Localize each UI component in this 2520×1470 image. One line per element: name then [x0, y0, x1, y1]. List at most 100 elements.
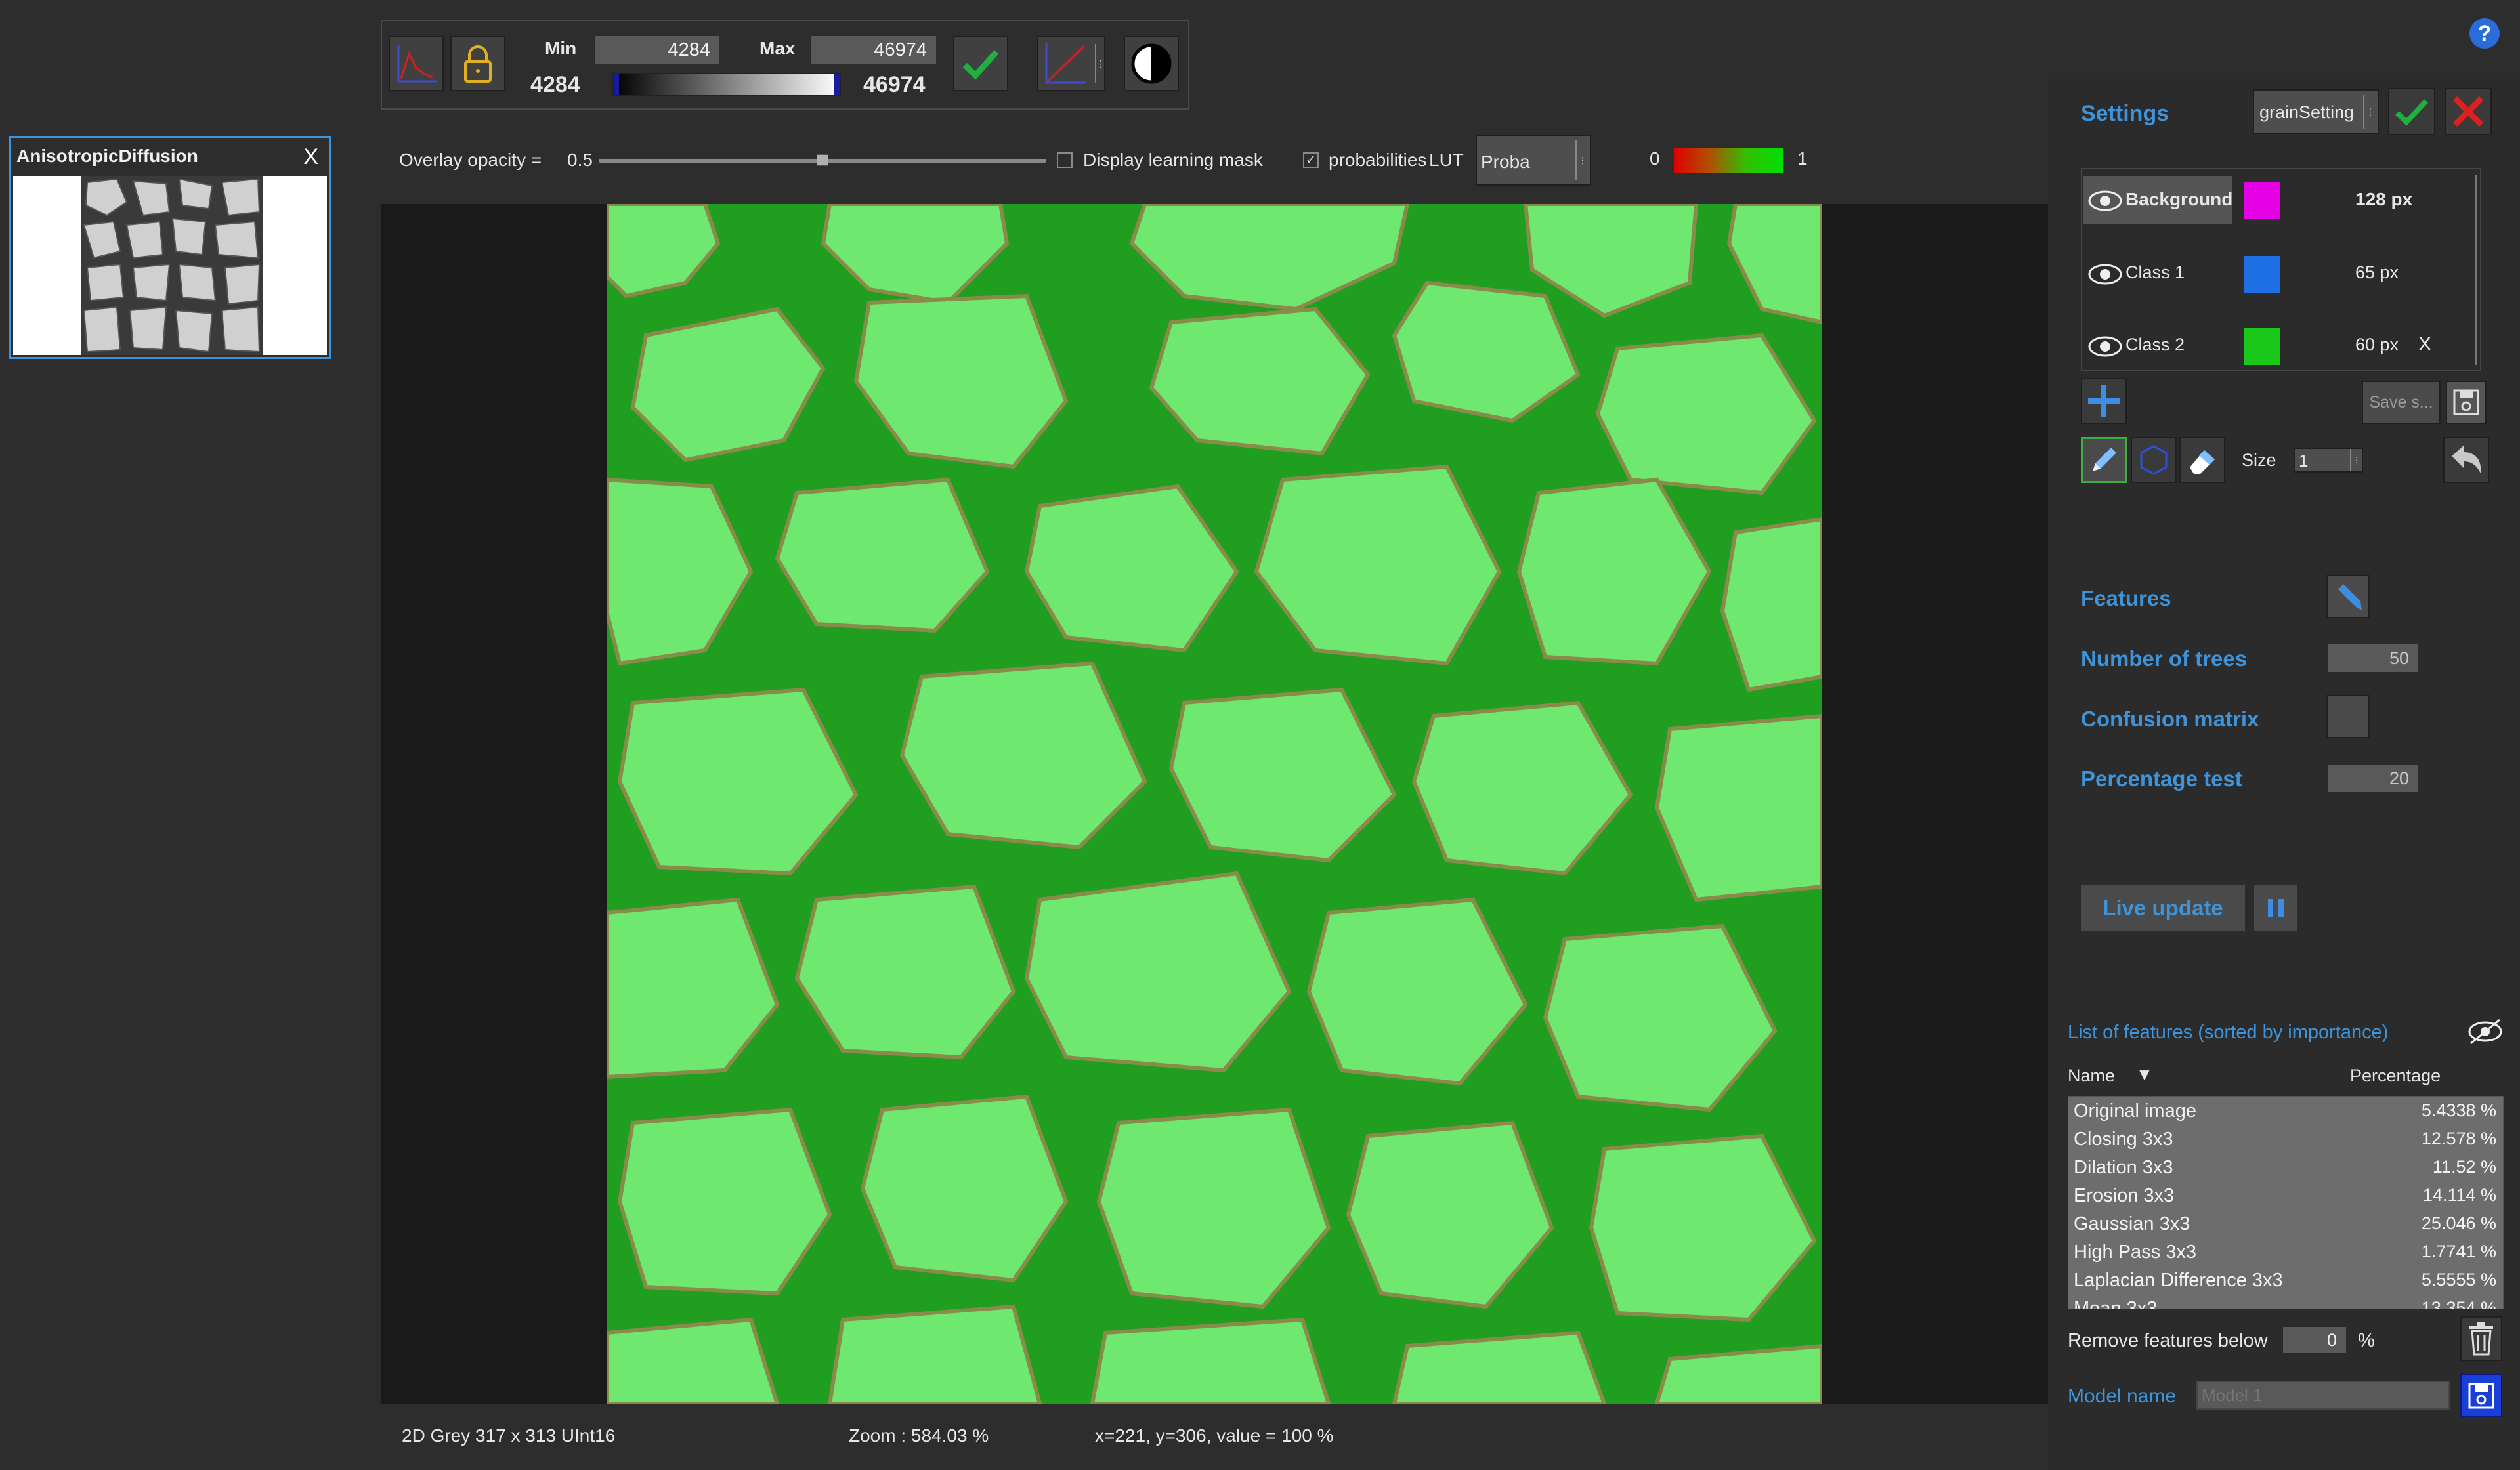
apply-settings-button[interactable] — [2388, 88, 2435, 135]
remove-features-button[interactable] — [2460, 1316, 2502, 1361]
add-class-button[interactable] — [2081, 378, 2127, 424]
help-button[interactable]: ? — [2469, 18, 2500, 49]
class-row-1[interactable]: Class 1 65 px — [2082, 249, 2476, 298]
brush-size-value: 1 — [2299, 451, 2309, 471]
image-viewer[interactable] — [381, 204, 2048, 1404]
confusion-matrix-label: Confusion matrix — [2081, 707, 2259, 731]
undo-button[interactable] — [2443, 437, 2489, 483]
lock-icon — [464, 45, 492, 83]
probability-color-scale — [1674, 148, 1783, 173]
preset-dropdown[interactable]: grainSetting ⋮ — [2253, 89, 2379, 134]
confusion-matrix-button[interactable] — [2326, 695, 2370, 738]
preset-value: grainSetting — [2259, 102, 2355, 122]
feature-row[interactable]: High Pass 3x3 1.7741 % — [2068, 1242, 2503, 1270]
feature-row[interactable]: Gaussian 3x3 25.046 % — [2068, 1213, 2503, 1242]
class-name: Class 1 — [2125, 262, 2185, 282]
contrast-icon — [1131, 43, 1172, 84]
feature-row[interactable]: Original image 5.4338 % — [2068, 1101, 2503, 1129]
feature-row[interactable]: Closing 3x3 12.578 % — [2068, 1129, 2503, 1157]
features-label: Features — [2081, 586, 2171, 610]
pencil-icon — [2093, 448, 2116, 471]
column-name-header[interactable]: Name — [2068, 1066, 2115, 1086]
eye-icon[interactable] — [2087, 186, 2123, 213]
zoom-level: Zoom : 584.03 % — [849, 1425, 989, 1446]
discard-settings-button[interactable] — [2445, 88, 2492, 135]
thumbnail-panel[interactable]: AnisotropicDiffusion X — [9, 136, 331, 359]
pause-button[interactable] — [2254, 885, 2297, 931]
feature-row[interactable]: Laplacian Difference 3x3 5.5555 % — [2068, 1270, 2503, 1298]
max-field[interactable]: 46974 — [811, 36, 936, 64]
invert-contrast-button[interactable] — [1124, 36, 1179, 91]
class-name: Background — [2125, 189, 2233, 209]
range-min-handle[interactable] — [614, 74, 619, 95]
grain-thumbnail-icon — [81, 176, 263, 355]
class-color-swatch[interactable] — [2244, 328, 2280, 365]
min-value: 4284 — [530, 72, 580, 97]
features-table[interactable]: Original image 5.4338 % Closing 3x3 12.578… — [2068, 1096, 2504, 1309]
floppy-disk-icon — [2468, 1383, 2494, 1409]
eye-icon[interactable] — [2087, 332, 2123, 358]
overlay-opacity-value: 0.5 — [567, 150, 593, 170]
checkmark-icon — [2395, 99, 2428, 126]
pause-icon — [2268, 899, 2284, 917]
probabilities-label: probabilities — [1329, 150, 1427, 170]
apply-range-button[interactable] — [953, 36, 1008, 91]
save-disk-button[interactable] — [2446, 381, 2487, 424]
cursor-coordinates: x=221, y=306, value = 100 % — [1095, 1425, 1334, 1446]
save-settings-button[interactable]: Save s... — [2362, 381, 2441, 424]
feature-row[interactable]: Dilation 3x3 11.52 % — [2068, 1157, 2503, 1185]
class-name: Class 2 — [2125, 335, 2185, 354]
feature-row[interactable]: Mean 3x3 13.354 % — [2068, 1298, 2503, 1309]
class-pixel-count: 65 px — [2355, 262, 2399, 282]
column-percentage-header[interactable]: Percentage — [2350, 1066, 2441, 1086]
scale-max-label: 1 — [1797, 148, 1808, 169]
overlay-opacity-slider[interactable] — [599, 153, 1046, 169]
remove-class-button[interactable]: X — [2418, 333, 2431, 356]
live-update-label: Live update — [2103, 896, 2223, 920]
remove-features-label: Remove features below — [2068, 1330, 2268, 1351]
brush-size-spinbox[interactable]: 1 ⋮ — [2294, 448, 2363, 472]
feature-row[interactable]: Erosion 3x3 14.114 % — [2068, 1185, 2503, 1213]
curve-button[interactable]: ⋮ — [1037, 36, 1105, 91]
thumbnail-image[interactable] — [13, 176, 327, 355]
lock-button[interactable] — [450, 36, 505, 91]
range-gradient-slider[interactable] — [612, 73, 841, 96]
model-name-input[interactable] — [2196, 1381, 2450, 1410]
segmentation-overlay-image[interactable] — [607, 204, 1822, 1404]
polygon-tool-button[interactable] — [2131, 437, 2177, 483]
class-row-2[interactable]: Class 2 60 px X — [2082, 322, 2476, 370]
number-of-trees-field[interactable]: 50 — [2328, 644, 2418, 672]
close-icon — [2452, 96, 2484, 127]
help-icon: ? — [2477, 21, 2492, 46]
live-update-button[interactable]: Live update — [2081, 885, 2245, 931]
histogram-button[interactable] — [389, 36, 444, 91]
remove-features-threshold[interactable]: 0 — [2283, 1327, 2346, 1353]
max-value: 46974 — [863, 72, 926, 97]
slider-thumb[interactable] — [817, 154, 828, 166]
class-row-background[interactable]: Background 128 px — [2082, 176, 2476, 224]
features-edit-button[interactable] — [2326, 575, 2370, 618]
thumbnail-close-button[interactable]: X — [303, 144, 318, 170]
chevron-down-icon: ⋮ — [1575, 140, 1587, 180]
sort-arrow-icon[interactable]: ▼ — [2136, 1064, 2153, 1085]
number-of-trees-label: Number of trees — [2081, 646, 2248, 671]
probabilities-checkbox[interactable]: ✓ — [1303, 152, 1319, 168]
class-color-swatch[interactable] — [2244, 256, 2280, 293]
pencil-tool-button[interactable] — [2081, 437, 2127, 483]
percentage-test-field[interactable]: 20 — [2328, 765, 2418, 792]
eye-hidden-icon[interactable] — [2467, 1016, 2504, 1047]
curve-dropdown-icon[interactable]: ⋮ — [1095, 44, 1105, 83]
range-max-handle[interactable] — [834, 74, 840, 95]
learning-mask-checkbox[interactable] — [1057, 152, 1073, 168]
save-model-button[interactable] — [2460, 1374, 2502, 1418]
chevron-down-icon: ⋮ — [2363, 94, 2375, 129]
eye-icon[interactable] — [2087, 260, 2123, 286]
thumbnail-title: AnisotropicDiffusion — [16, 146, 198, 166]
learning-mask-label: Display learning mask — [1083, 150, 1263, 170]
features-list-title: List of features (sorted by importance) — [2068, 1022, 2389, 1043]
lut-dropdown[interactable]: Proba ⋮ — [1476, 135, 1591, 186]
checkmark-icon — [962, 50, 999, 80]
eraser-tool-button[interactable] — [2179, 437, 2225, 483]
class-color-swatch[interactable] — [2244, 182, 2280, 219]
min-field[interactable]: 4284 — [595, 36, 719, 64]
